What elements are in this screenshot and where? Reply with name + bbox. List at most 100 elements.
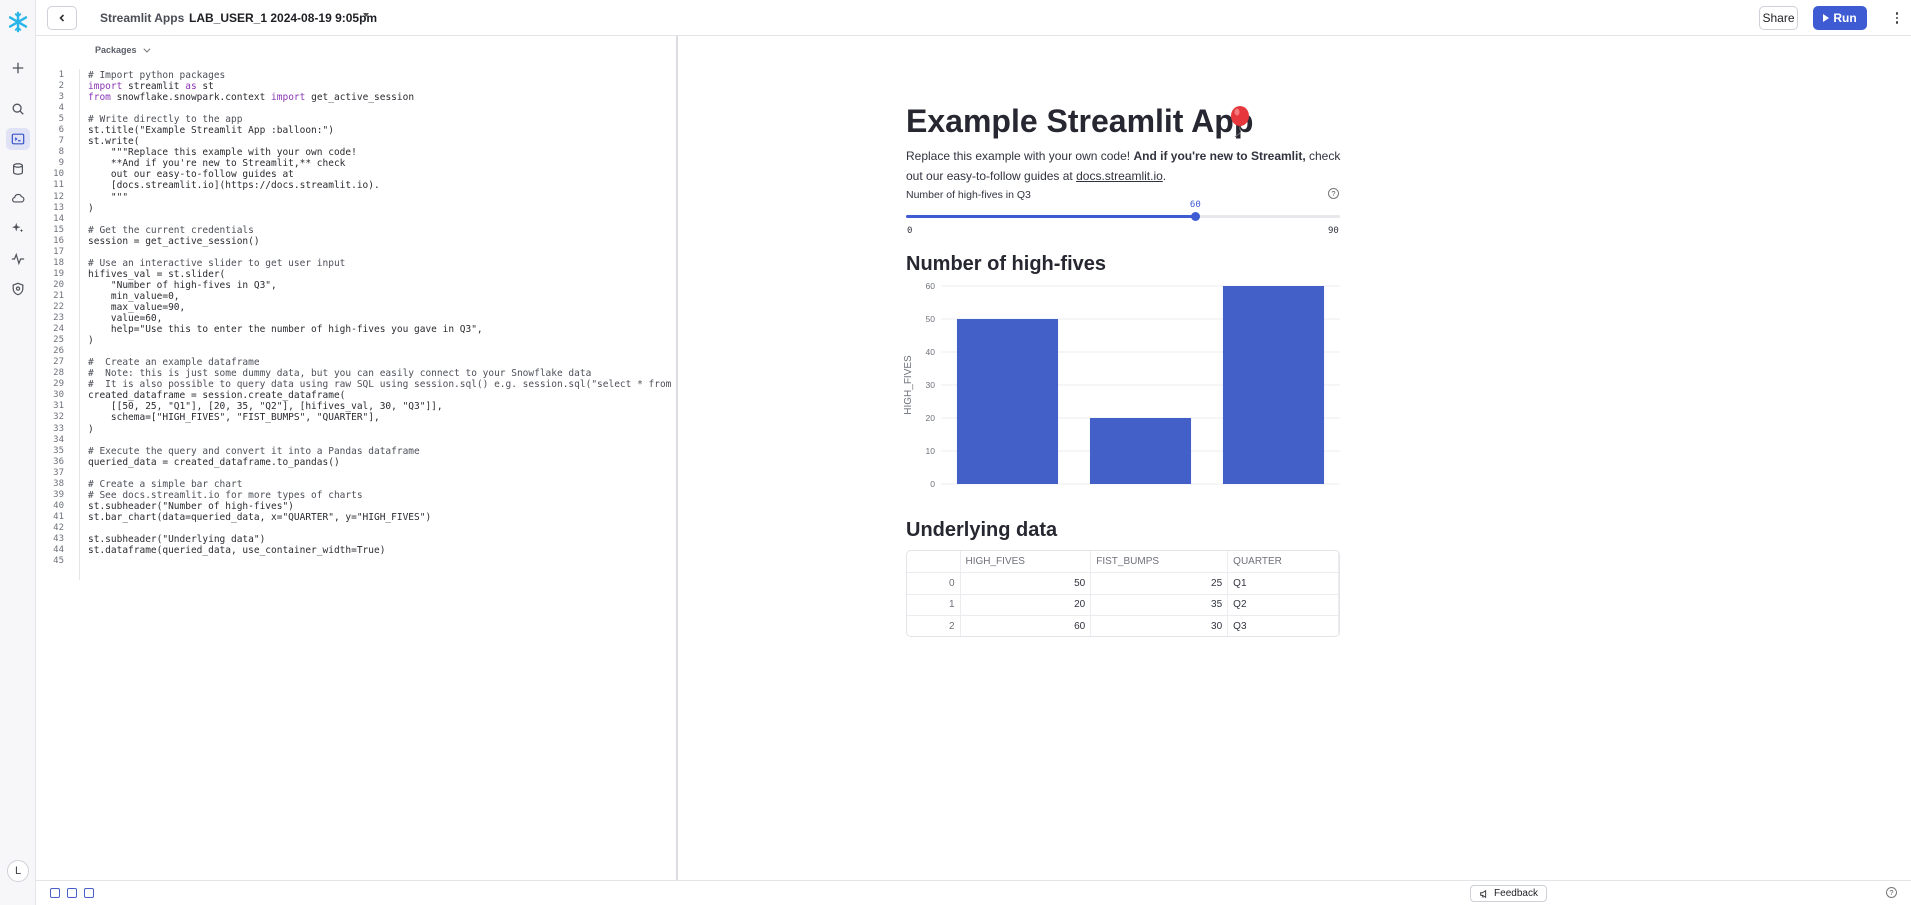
packages-dropdown[interactable]: Packages [95, 45, 150, 55]
code-line[interactable]: 18 # Use an interactive slider to get use… [36, 258, 676, 269]
code-line[interactable]: 36 queried_data = created_dataframe.to_pa… [36, 457, 676, 468]
code-line[interactable]: 12 """ [36, 192, 676, 203]
desc-bold: And if you're new to Streamlit, [1133, 149, 1306, 163]
table-row[interactable]: 0 50 25 Q1 [907, 572, 1339, 595]
code-line[interactable]: 33) [36, 424, 676, 435]
snowflake-logo-icon[interactable] [6, 10, 30, 34]
code-text: **And if you're new to Streamlit,** chec… [88, 158, 346, 170]
back-button[interactable] [47, 6, 77, 30]
app-name-breadcrumb[interactable]: LAB_USER_1 2024-08-19 9:05pm [189, 11, 377, 25]
code-text: # Execute the query and convert it into … [88, 445, 420, 457]
table-row[interactable]: 1 20 35 Q2 [907, 594, 1339, 616]
code-line[interactable]: 5 # Write directly to the app [36, 114, 676, 125]
code-line[interactable]: 42 [36, 523, 676, 534]
share-button[interactable]: Share [1759, 6, 1798, 30]
docs-link[interactable]: docs.streamlit.io [1076, 169, 1163, 183]
code-line[interactable]: 39 # See docs.streamlit.io for more types… [36, 490, 676, 501]
code-line[interactable]: 16 session = get_active_session() [36, 236, 676, 247]
code-line[interactable]: 27 # Create an example dataframe [36, 357, 676, 368]
code-line[interactable]: 1 # Import python packages [36, 70, 676, 81]
code-line[interactable]: 17 [36, 247, 676, 258]
code-line[interactable]: 3 from snowflake.snowpark.context import … [36, 92, 676, 103]
table-cell: 50 [960, 572, 1092, 595]
shield-icon[interactable] [6, 278, 30, 300]
code-line[interactable]: 24 help="Use this to enter the number of… [36, 324, 676, 335]
layout-preview-only-icon[interactable] [84, 888, 94, 898]
code-line[interactable]: 20 "Number of high-fives in Q3", [36, 280, 676, 291]
help-icon[interactable]: ? [1328, 188, 1339, 199]
code-line[interactable]: 25) [36, 335, 676, 346]
layout-split-icon[interactable] [67, 888, 77, 898]
code-text: # Create an example dataframe [88, 357, 260, 369]
code-line[interactable]: 35 # Execute the query and convert it int… [36, 446, 676, 457]
code-line[interactable]: 13) [36, 203, 676, 214]
code-line[interactable]: 6 st.title("Example Streamlit App :balloo… [36, 125, 676, 136]
table-cell: 35 [1090, 594, 1229, 616]
database-icon[interactable] [6, 158, 30, 180]
column-header[interactable] [907, 551, 961, 573]
breadcrumb-streamlit-apps[interactable]: Streamlit Apps [100, 11, 184, 25]
help-icon[interactable]: ? [1886, 887, 1897, 898]
code-line[interactable]: 2 import streamlit as st [36, 81, 676, 92]
code-lines[interactable]: 1 # Import python packages 2 import streaml… [36, 70, 717, 567]
activity-icon[interactable] [6, 248, 30, 270]
code-line[interactable]: 37 [36, 468, 676, 479]
code-line[interactable]: 34 [36, 435, 676, 446]
layout-editor-only-icon[interactable] [50, 888, 60, 898]
code-line[interactable]: 38 # Create a simple bar chart [36, 479, 676, 490]
line-number: 16 [53, 235, 64, 246]
code-line[interactable]: 32 schema=["HIGH_FIVES", "FIST_BUMPS", "… [36, 412, 676, 423]
slider-thumb[interactable] [1190, 212, 1200, 221]
line-number: 27 [53, 357, 64, 368]
code-line[interactable]: 19 hifives_val = st.slider( [36, 269, 676, 280]
code-icon[interactable] [6, 128, 30, 150]
code-line[interactable]: 23 value=60, [36, 313, 676, 324]
code-line[interactable]: 31 [[50, 25, "Q1"], [20, 35, "Q2"], [hif… [36, 401, 676, 412]
table-cell: 0 [907, 572, 961, 595]
code-line[interactable]: 14 [36, 214, 676, 225]
run-button[interactable]: Run [1813, 6, 1867, 30]
code-line[interactable]: 4 [36, 103, 676, 114]
code-text: st.write( [88, 136, 140, 148]
code-text: st.subheader("Underlying data") [88, 533, 266, 545]
code-line[interactable]: 11 [docs.streamlit.io](https://docs.stre… [36, 180, 676, 191]
caret-down-icon[interactable] [363, 13, 369, 17]
avatar[interactable]: L [7, 860, 29, 882]
line-number: 8 [58, 147, 64, 158]
feedback-button[interactable]: Feedback [1470, 885, 1547, 902]
code-line[interactable]: 28 # Note: this is just some dummy data, … [36, 368, 676, 379]
high-fives-slider[interactable] [906, 212, 1340, 221]
top-bar: Streamlit Apps LAB_USER_1 2024-08-19 9:0… [36, 0, 1911, 36]
code-line[interactable]: 43 st.subheader("Underlying data") [36, 534, 676, 545]
search-icon[interactable] [6, 98, 30, 120]
column-header[interactable]: FIST_BUMPS [1090, 551, 1229, 573]
code-line[interactable]: 10 out our easy-to-follow guides at [36, 169, 676, 180]
code-line[interactable]: 40 st.subheader("Number of high-fives") [36, 501, 676, 512]
table-row[interactable]: 2 60 30 Q3 [907, 615, 1339, 636]
more-options-icon[interactable] [1887, 9, 1907, 27]
code-line[interactable]: 7 st.write( [36, 136, 676, 147]
sparkle-icon[interactable] [6, 217, 30, 239]
column-header[interactable]: QUARTER [1227, 551, 1339, 573]
code-line[interactable]: 44 st.dataframe(queried_data, use_contain… [36, 545, 676, 556]
code-line[interactable]: 30 created_dataframe = session.create_dat… [36, 390, 676, 401]
cloud-icon[interactable] [6, 187, 30, 209]
line-number: 5 [58, 114, 64, 125]
line-number: 40 [53, 500, 64, 511]
code-line[interactable]: 21 min_value=0, [36, 291, 676, 302]
code-text: hifives_val = st.slider( [88, 268, 226, 280]
column-header[interactable]: HIGH_FIVES [960, 551, 1092, 573]
line-number: 34 [53, 434, 64, 445]
code-line[interactable]: 26 [36, 346, 676, 357]
code-line[interactable]: 8 """Replace this example with your own … [36, 147, 676, 158]
code-line[interactable]: 9 **And if you're new to Streamlit,** ch… [36, 158, 676, 169]
code-line[interactable]: 45 [36, 556, 676, 567]
code-line[interactable]: 15 # Get the current credentials [36, 225, 676, 236]
y-tick-label: 10 [926, 446, 936, 456]
code-line[interactable]: 29 # It is also possible to query data us… [36, 379, 717, 390]
code-line[interactable]: 41 st.bar_chart(data=queried_data, x="QUA… [36, 512, 676, 523]
dataframe-table[interactable]: HIGH_FIVES FIST_BUMPS QUARTER 0 50 25 Q1 1 20 35… [906, 550, 1340, 637]
code-editor[interactable]: Packages 1 # Import python packages 2 impor… [36, 36, 717, 880]
code-line[interactable]: 22 max_value=90, [36, 302, 676, 313]
plus-icon[interactable] [6, 57, 30, 79]
